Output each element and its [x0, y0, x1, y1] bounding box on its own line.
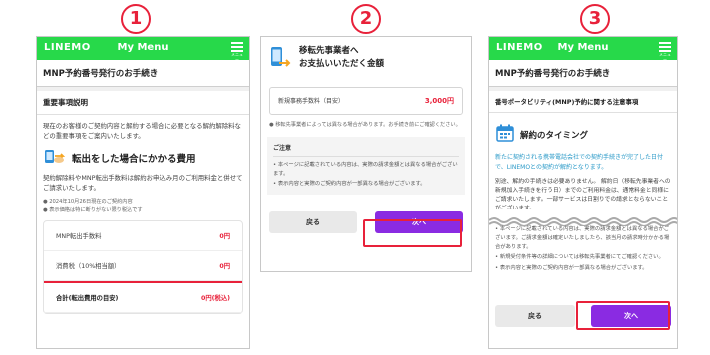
fee-heading-text: 転出をした場合にかかる費用	[72, 154, 196, 165]
caution-item: • 表示内容と実際のご契約内容が一部異なる場合がございます。	[273, 181, 426, 187]
menu-icon[interactable]: メニュー	[658, 40, 672, 62]
lower-item-text: 表示内容と実際のご契約内容が一部異なる場合がございます。	[499, 265, 648, 272]
page-title: MNP予約番号発行のお手続き	[37, 60, 249, 87]
caution-item-text: 表示内容と実際のご契約内容が一部異なる場合がございます。	[277, 181, 426, 187]
payment-heading: 移転先事業者へお支払いいただく金額	[261, 37, 471, 81]
note-line: ● 表示価格は特に断りがない限り税込です	[43, 207, 143, 213]
fee-total-row: 合計(転出費用の目安) 0円(税込)	[44, 281, 242, 313]
fee-description: 契約解除料やMNP転出手数料は解約お申込み月のご利用料金と併せてご請求いたします…	[43, 174, 243, 192]
fee-row: 消費税（10%相当額） 0円	[44, 251, 242, 281]
moving-hand-icon	[43, 147, 67, 169]
menu-icon-label: メニュー	[659, 52, 671, 62]
calendar-icon	[495, 123, 515, 147]
caution-item: • 本ページに記載されている内容は、実際の請求金額とは異なる場合がございます。	[273, 162, 458, 177]
highlight-text: 新たに契約される携帯電話会社での契約手続きが完了した日付で、LINEMOとの契約…	[495, 154, 664, 171]
back-button[interactable]: 戻る	[269, 211, 357, 233]
lower-item-text: 新規受付条件等の詳細については移転先事業者にてご確認ください。	[499, 254, 664, 261]
screen-1: LINEMO My Menu メニュー MNP予約番号発行のお手続き 重要事項説…	[36, 36, 250, 349]
next-button-highlight	[576, 301, 670, 330]
phone-transfer-icon	[269, 45, 291, 75]
lower-item: • 新規受付条件等の詳細については移転先事業者にてご確認ください。	[495, 254, 664, 261]
timing-heading: 解約のタイミング	[489, 113, 677, 149]
caution-heading: ご注意	[273, 143, 459, 157]
section-title: 重要事項説明	[37, 87, 249, 115]
fee-label: 消費税（10%相当額）	[56, 263, 121, 270]
fee-value: 0円	[219, 263, 230, 270]
payment-title-line1: 移転先事業者へ	[299, 46, 359, 56]
fee-value: 0円	[219, 233, 230, 240]
caution-item-text: 本ページに記載されている内容は、実際の請求金額とは異なる場合がございます。	[273, 162, 458, 177]
caution-box: ご注意 • 本ページに記載されている内容は、実際の請求金額とは異なる場合がござい…	[267, 137, 465, 195]
cut-wave-divider	[489, 211, 677, 227]
lower-item: • 表示内容と実際のご契約内容が一部異なる場合がございます。	[495, 265, 648, 272]
step-badge-1: 1	[121, 4, 151, 34]
fee-total-label: 合計(転出費用の目安)	[56, 295, 119, 302]
fee-label: MNP転出手数料	[56, 233, 102, 240]
payment-title-line2: お支払いいただく金額	[299, 59, 385, 69]
header-title: My Menu	[117, 42, 169, 53]
note-text: 表示価格は特に断りがない限り税込です	[49, 207, 143, 213]
amount-note: ● 移転先事業者によっては異なる場合があります。お手続き前にご確認ください。	[269, 122, 461, 128]
timing-heading-text: 解約のタイミング	[520, 131, 589, 141]
back-button[interactable]: 戻る	[495, 305, 575, 327]
lower-item: • 本ページに記載されている内容は、実際の請求金額とは異なる場合がございます。ご…	[495, 226, 670, 250]
intro-text: 現在のお客様のご契約内容と解約する場合に必要となる解約解除料などの重要事項をご案…	[43, 122, 241, 140]
lower-item-text: 本ページに記載されている内容は、実際の請求金額とは異なる場合がございます。ご請求…	[495, 226, 670, 250]
fee-total-value: 0円(税込)	[200, 295, 230, 302]
app-header: LINEMO My Menu メニュー	[489, 37, 677, 62]
menu-icon-label: メニュー	[231, 52, 243, 62]
note-line: ● 2024年10月26日現在のご契約内容	[43, 199, 133, 205]
header-title: My Menu	[557, 42, 609, 53]
step-badge-3: 3	[580, 4, 610, 34]
section-title: 番号ポータビリティ(MNP)予約に関する注意事項	[489, 87, 677, 113]
fee-row: MNP転出手数料 0円	[44, 221, 242, 251]
amount-label: 新規事務手数料（目安）	[278, 98, 345, 105]
timing-body: 別途、解約の手続きは必要ありません。 解約日（移転先事業者への新規加入手続きを行…	[495, 179, 671, 209]
amount-note-text: 移転先事業者によっては異なる場合があります。お手続き前にご確認ください。	[275, 122, 461, 128]
fee-heading: 転出をした場合にかかる費用	[37, 141, 249, 171]
page-title: MNP予約番号発行のお手続き	[489, 60, 677, 87]
menu-icon[interactable]: メニュー	[230, 40, 244, 62]
stage: 1 2 3 LINEMO My Menu メニュー MNP予約番号発行のお手続き…	[0, 0, 710, 355]
step-badge-2: 2	[351, 4, 381, 34]
fee-table: MNP転出手数料 0円 消費税（10%相当額） 0円 合計(転出費用の目安) 0円(税…	[43, 220, 243, 314]
note-text: 2024年10月26日現在のご契約内容	[49, 199, 133, 205]
next-button-highlight	[363, 219, 462, 247]
amount-value: 3,000円	[424, 97, 454, 105]
amount-box: 新規事務手数料（目安） 3,000円	[269, 87, 463, 115]
app-header: LINEMO My Menu メニュー	[37, 37, 249, 62]
